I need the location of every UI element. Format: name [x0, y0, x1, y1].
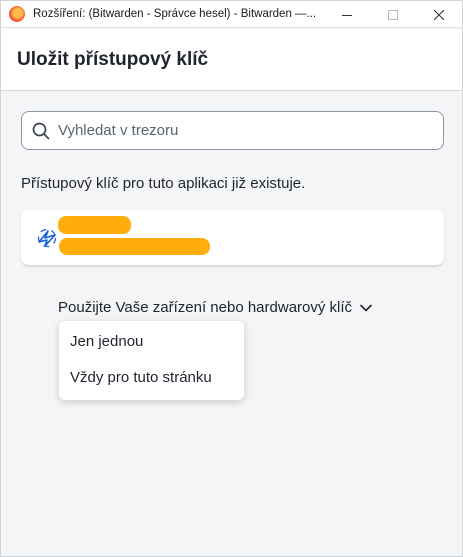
firefox-icon: [9, 6, 25, 22]
options-trigger-label: Použijte Vaše zařízení nebo hardwarový k…: [58, 299, 353, 316]
window-title: Rozšíření: (Bitwarden - Správce hesel) -…: [33, 8, 317, 20]
page-title: Uložit přístupový klíč: [17, 48, 209, 70]
minimize-icon: [342, 14, 352, 16]
close-icon: [434, 9, 444, 20]
menu-item-just-once[interactable]: Jen jednou: [59, 328, 244, 364]
menu-item-always-for-site[interactable]: Vždy pro tuto stránku: [59, 364, 244, 400]
minimize-button[interactable]: [324, 1, 370, 28]
page-header: Uložit přístupový klíč: [1, 29, 462, 91]
redacted-item-subtitle: [59, 238, 210, 255]
redacted-item-name: [58, 216, 131, 234]
title-bar: Rozšíření: (Bitwarden - Správce hesel) -…: [1, 1, 462, 28]
passkey-exists-notice: Přístupový klíč pro tuto aplikaci již ex…: [21, 175, 306, 192]
close-button[interactable]: [416, 1, 462, 28]
vault-item-card[interactable]: [21, 210, 444, 266]
chevron-down-icon: [360, 304, 372, 311]
bitwarden-logo-icon: [37, 228, 57, 248]
search-icon: [32, 122, 50, 139]
authenticator-options-dropdown[interactable]: Použijte Vaše zařízení nebo hardwarový k…: [58, 299, 372, 316]
search-input[interactable]: [58, 122, 418, 139]
search-box[interactable]: [21, 111, 444, 150]
window-controls: [324, 1, 462, 28]
browser-extension-window: Rozšíření: (Bitwarden - Správce hesel) -…: [0, 0, 463, 557]
options-menu: Jen jednou Vždy pro tuto stránku: [59, 321, 244, 400]
maximize-button[interactable]: [370, 1, 416, 28]
maximize-icon: [388, 9, 398, 20]
